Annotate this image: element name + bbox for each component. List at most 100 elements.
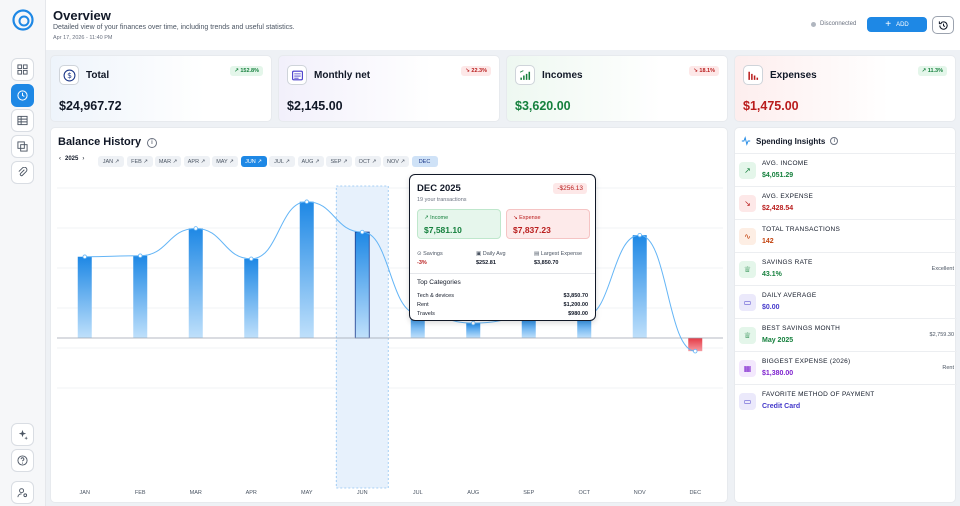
- insight-value: Credit Card: [762, 403, 801, 410]
- insight-value: $1,380.00: [762, 370, 794, 377]
- x-tick-label-oct: OCT: [578, 490, 590, 496]
- receipt-icon: ▤: [534, 251, 540, 257]
- x-tick-label-dec: DEC: [689, 490, 701, 496]
- table-icon: [17, 115, 28, 126]
- stat-card-incomes: Incomes $3,620.00 ↘ 18.1%: [506, 55, 728, 122]
- insight-item: ↘ AVG. EXPENSE $2,428.54: [735, 186, 957, 219]
- x-tick-label-nov: NOV: [634, 490, 646, 496]
- arrow-up-right-icon: ↗: [739, 162, 756, 179]
- help-icon: [17, 455, 28, 466]
- add-button-label: ADD: [896, 21, 909, 28]
- stat-label: Monthly net: [314, 70, 371, 81]
- balance-chart: JAN FEB MAR APR MAY JUN JUL AUG SEP OCT NOV DEC: [57, 185, 723, 496]
- data-point-feb: [138, 253, 143, 258]
- expense-value: $7,837.23: [513, 225, 551, 235]
- stat-label: Expenses: [770, 70, 817, 81]
- card-icon: ▭: [739, 294, 756, 311]
- trophy-icon: ♕: [739, 327, 756, 344]
- data-point-nov: [637, 232, 642, 238]
- insight-label: SAVINGS RATE: [762, 259, 813, 266]
- x-tick-label-jul: JUL: [413, 490, 423, 496]
- arrow-up-right-icon: ↗: [424, 215, 429, 221]
- insight-label: BEST SAVINGS MONTH: [762, 325, 841, 332]
- tooltip-expense-box: ↘ Expense $7,837.23: [506, 209, 590, 239]
- data-point-aug: [471, 320, 476, 326]
- calendar-icon: ▣: [476, 251, 482, 257]
- stat-card-total: $ Total $24,967.72 ↗ 152.8%: [50, 55, 272, 122]
- insight-item: ∿ TOTAL TRANSACTIONS 142: [735, 219, 957, 252]
- tooltip-transactions: 19 your transactions: [417, 197, 467, 203]
- nav-dashboard-button[interactable]: [11, 58, 34, 81]
- activity-icon: [741, 136, 751, 146]
- insight-label: BIGGEST EXPENSE (2026): [762, 358, 851, 365]
- x-tick-label-sep: SEP: [523, 490, 534, 496]
- divider: [410, 273, 595, 274]
- info-icon[interactable]: i: [830, 137, 839, 145]
- x-tick-label-mar: MAR: [190, 490, 202, 496]
- month-tooltip: DEC 2025 19 your transactions -$256.13 ↗…: [409, 174, 596, 321]
- bar-feb: [133, 255, 148, 338]
- trophy-icon: ♕: [739, 261, 756, 278]
- stat-value: $1,475.00: [743, 99, 799, 113]
- page-date: Apr 17, 2026 - 11:40 PM: [53, 35, 113, 41]
- data-point-jan: [82, 254, 87, 259]
- tooltip-month: DEC 2025: [417, 183, 461, 194]
- data-point-mar: [193, 226, 198, 231]
- nav-overview-button[interactable]: [11, 84, 34, 107]
- stat-label: Incomes: [542, 70, 583, 81]
- category-row: Tech & devices $3,850.70: [417, 293, 588, 299]
- svg-text:$: $: [67, 71, 72, 80]
- insight-label: AVG. INCOME: [762, 160, 809, 167]
- bar-mar: [188, 228, 203, 338]
- tooltip-diff: -$256.13: [553, 183, 587, 194]
- trend-badge: ↘ 18.1%: [689, 66, 719, 76]
- data-point-dec: [693, 348, 698, 354]
- nav-ai-button[interactable]: [11, 423, 34, 446]
- nav-help-button[interactable]: [11, 449, 34, 472]
- insight-note: $2,759.30: [929, 332, 954, 338]
- stat-card-monthly-net: Monthly net $2,145.00 ↘ 22.3%: [278, 55, 500, 122]
- tooltip-largest-expense: ▤ Largest Expense $3,850.70: [534, 251, 583, 266]
- grid-icon: [17, 64, 28, 75]
- sidebar: [0, 0, 46, 506]
- trend-badge: ↘ 22.3%: [461, 66, 491, 76]
- activity-icon: ∿: [739, 228, 756, 245]
- stat-value: $3,620.00: [515, 99, 571, 113]
- spending-insights-panel: Spending Insights i ↗ AVG. INCOME $4,051.2…: [734, 127, 957, 503]
- tooltip-income-box: ↗ Income $7,581.10: [417, 209, 501, 239]
- insight-note: Rent: [942, 365, 954, 371]
- history-icon: [938, 20, 948, 30]
- sparkles-icon: [18, 429, 28, 440]
- card-icon: ▭: [739, 393, 756, 410]
- calendar-icon: ▦: [739, 360, 756, 377]
- insight-label: FAVORITE METHOD OF PAYMENT: [762, 391, 875, 398]
- page-header: Overview Detailed view of your finances …: [46, 0, 960, 50]
- insight-note: Excellent: [931, 266, 954, 272]
- insight-item: ▦ BIGGEST EXPENSE (2026) $1,380.00 Rent: [735, 351, 957, 384]
- insight-label: AVG. EXPENSE: [762, 193, 814, 200]
- nav-accounts-button[interactable]: [11, 135, 34, 158]
- receipt-icon: [287, 65, 307, 85]
- insight-item: ↗ AVG. INCOME $4,051.29: [735, 153, 957, 186]
- trend-badge: ↗ 11.3%: [917, 66, 947, 76]
- clock-icon: [17, 90, 28, 101]
- history-button[interactable]: [932, 16, 954, 34]
- stat-label: Total: [86, 70, 110, 81]
- nav-attachments-button[interactable]: [11, 161, 34, 184]
- category-row: Travels $980.00: [417, 311, 588, 317]
- add-button[interactable]: + ADD: [867, 17, 927, 32]
- insight-value: 142: [762, 238, 774, 245]
- trend-line: [84, 201, 696, 352]
- insight-item: ♕ SAVINGS RATE 43.1% Excellent: [735, 252, 957, 285]
- insight-item: ♕ BEST SAVINGS MONTH May 2025 $2,759.30: [735, 318, 957, 351]
- nav-transactions-button[interactable]: [11, 109, 34, 132]
- bar-may: [299, 201, 314, 338]
- app-logo-icon[interactable]: [11, 8, 35, 32]
- bar-apr: [244, 258, 259, 338]
- bar-chart-up-icon: [515, 65, 535, 85]
- status-dot-icon: [811, 21, 816, 27]
- plus-icon: +: [885, 18, 892, 30]
- copy-icon: [17, 141, 28, 152]
- nav-user-settings-button[interactable]: [11, 481, 34, 504]
- tooltip-savings: ⊙ Savings -3%: [417, 251, 443, 266]
